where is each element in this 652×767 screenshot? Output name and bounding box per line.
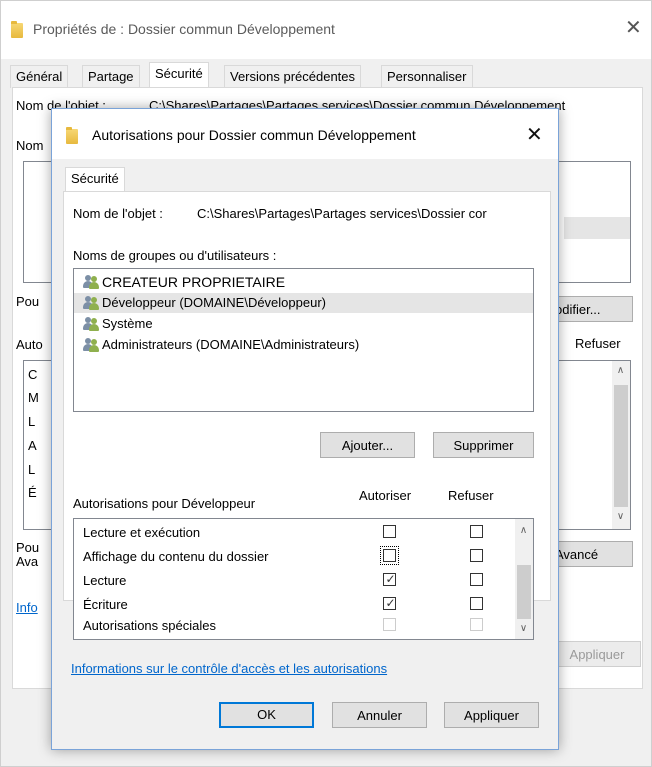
outer-list-letter: A [28, 438, 37, 453]
permissions-scroll-thumb[interactable] [517, 565, 531, 619]
allow-checkbox[interactable] [380, 546, 399, 565]
outer-list-letter: É [28, 485, 37, 500]
properties-title: Propriétés de : Dossier commun Développe… [33, 21, 335, 37]
outer-special-text: Ava [16, 554, 39, 569]
deny-checkbox [470, 618, 483, 631]
users-icon [83, 275, 99, 289]
perm-name: Autorisations spéciales [83, 618, 216, 633]
add-button[interactable]: Ajouter... [320, 432, 415, 458]
groups-label: Nom [16, 138, 44, 153]
outer-list-letter: C [28, 367, 38, 382]
perm-name: Lecture et exécution [83, 525, 201, 540]
permissions-scrollbar[interactable]: ∧ ∨ [515, 519, 533, 639]
table-row: Affichage du contenu du dossier [74, 546, 514, 568]
perm-name: Affichage du contenu du dossier [83, 549, 269, 564]
deny-checkbox[interactable] [470, 573, 483, 586]
allow-checkbox[interactable]: ✓ [383, 596, 396, 610]
groups-list[interactable]: CREATEUR PROPRIETAIRE Développeur (DOMAI… [73, 268, 534, 412]
outer-scrollbar[interactable]: ∧ ∨ [612, 361, 630, 529]
folder-icon [11, 21, 23, 38]
scroll-down-icon[interactable]: ∨ [612, 511, 629, 522]
outer-autor-label: Auto [16, 337, 43, 352]
table-row: Lecture ✓ [74, 570, 514, 592]
list-item-selected[interactable]: Développeur (DOMAINE\Développeur) [74, 293, 533, 313]
perm-for-label: Autorisations pour Développeur [73, 496, 256, 511]
allow-checkbox[interactable]: ✓ [383, 572, 396, 586]
group-name: Administrateurs (DOMAINE\Administrateurs… [102, 337, 360, 352]
scroll-up-icon[interactable]: ∧ [612, 365, 629, 376]
tab-versions-precedentes[interactable]: Versions précédentes [224, 65, 362, 88]
tab-personnaliser[interactable]: Personnaliser [381, 65, 473, 88]
outer-deny-header: Refuser [575, 336, 621, 351]
list-item[interactable]: Administrateurs (DOMAINE\Administrateurs… [74, 335, 533, 355]
group-name: Système [102, 316, 153, 331]
list-item[interactable]: Système [74, 314, 533, 334]
ok-button[interactable]: OK [219, 702, 314, 728]
users-icon [83, 296, 99, 310]
deny-checkbox[interactable] [470, 525, 483, 538]
permissions-dialog: Autorisations pour Dossier commun Dévelo… [51, 108, 559, 750]
deny-checkbox[interactable] [470, 597, 483, 610]
perm-name: Lecture [83, 573, 127, 588]
allow-checkbox [383, 618, 396, 631]
outer-list-letter: L [28, 414, 36, 429]
group-name: CREATEUR PROPRIETAIRE [102, 274, 286, 290]
dialog-close-icon[interactable]: ✕ [526, 125, 543, 145]
tab-securite[interactable]: Sécurité [149, 62, 209, 88]
dialog-security-panel: Nom de l'objet : C:\Shares\Partages\Part… [63, 191, 551, 640]
properties-close-icon[interactable]: ✕ [625, 18, 642, 38]
list-item[interactable]: CREATEUR PROPRIETAIRE [74, 272, 533, 292]
access-info-link[interactable]: Informations sur le contrôle d'accès et … [71, 661, 387, 676]
outer-scroll-thumb[interactable] [614, 385, 628, 507]
checkmark-icon: ✓ [385, 596, 396, 610]
outer-apply-button[interactable]: Appliquer [553, 641, 641, 667]
checkmark-icon: ✓ [385, 572, 396, 586]
cancel-button[interactable]: Annuler [332, 702, 427, 728]
allow-header: Autoriser [359, 488, 412, 503]
perm-name: Écriture [83, 597, 128, 612]
dialog-title-bar: Autorisations pour Dossier commun Dévelo… [52, 109, 558, 159]
tab-partage[interactable]: Partage [82, 65, 140, 88]
table-row: Autorisations spéciales [74, 618, 514, 640]
deny-checkbox[interactable] [470, 549, 483, 562]
outer-list-letter: L [28, 462, 36, 477]
outer-selected-row[interactable] [564, 217, 630, 239]
dialog-title: Autorisations pour Dossier commun Dévelo… [92, 127, 416, 143]
outer-special-text: Pou [16, 540, 40, 555]
apply-button[interactable]: Appliquer [444, 702, 539, 728]
dialog-tab-securite[interactable]: Sécurité [65, 167, 125, 193]
dialog-groups-label: Noms de groupes ou d'utilisateurs : [73, 248, 277, 263]
table-row: Écriture ✓ [74, 594, 514, 616]
dialog-object-label: Nom de l'objet : [73, 206, 163, 221]
scroll-up-icon[interactable]: ∧ [515, 525, 532, 536]
properties-title-bar: Propriétés de : Dossier commun Développe… [1, 1, 651, 59]
dialog-object-path: C:\Shares\Partages\Partages services\Dos… [197, 206, 487, 221]
remove-button[interactable]: Supprimer [433, 432, 534, 458]
outer-perm-text: Pou [16, 294, 40, 309]
allow-checkbox[interactable] [383, 525, 396, 538]
folder-icon [66, 127, 78, 144]
outer-info-link[interactable]: Info [16, 600, 38, 615]
scroll-down-icon[interactable]: ∨ [515, 623, 532, 634]
table-row: Lecture et exécution [74, 522, 514, 544]
permissions-list[interactable]: Lecture et exécution Affichage du conten… [73, 518, 534, 640]
tab-general[interactable]: Général [10, 65, 69, 88]
group-name: Développeur (DOMAINE\Développeur) [102, 295, 326, 310]
users-icon [83, 317, 99, 331]
outer-list-letter: M [28, 390, 39, 405]
users-icon [83, 338, 99, 352]
deny-header: Refuser [448, 488, 494, 503]
